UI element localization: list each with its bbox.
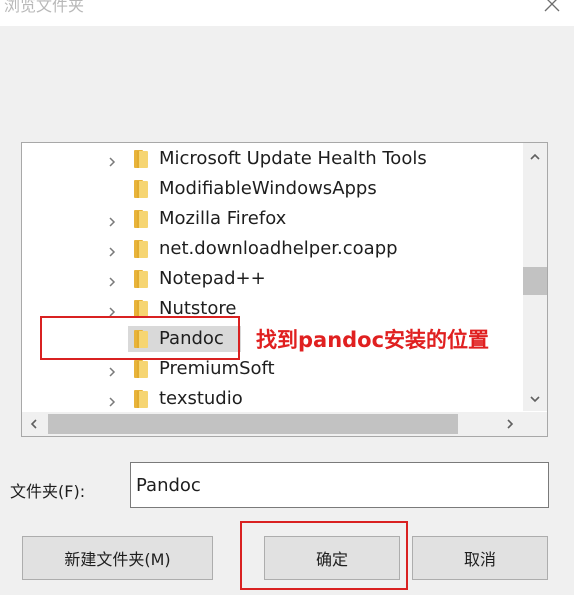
scroll-left-button[interactable] — [22, 412, 46, 436]
scroll-down-button[interactable] — [523, 387, 547, 411]
scroll-up-button[interactable] — [523, 145, 547, 169]
tree-item-label: texstudio — [159, 388, 243, 409]
window-title: 浏览文件夹 — [4, 0, 85, 15]
expand-chevron-icon[interactable] — [106, 153, 118, 167]
tree-item-microsoft-update-health-tools[interactable]: Microsoft Update Health Tools — [22, 144, 522, 174]
folder-icon — [132, 359, 150, 379]
folder-icon — [132, 239, 150, 259]
expand-chevron-icon[interactable] — [106, 273, 118, 287]
expand-chevron-icon[interactable] — [106, 363, 118, 377]
close-icon[interactable] — [542, 0, 562, 14]
folder-tree[interactable]: Microsoft Update Health Tools Modifiable… — [21, 142, 548, 437]
cancel-button[interactable]: 取消 — [412, 536, 548, 580]
annotation-text: 找到pandoc安装的位置 — [256, 328, 490, 352]
folder-icon — [132, 149, 150, 169]
tree-item-label: net.downloadhelper.coapp — [159, 238, 398, 259]
expand-chevron-icon[interactable] — [106, 303, 118, 317]
browse-folder-dialog: 浏览文件夹 Microsoft Update Health Tools Modi… — [0, 0, 574, 595]
ok-highlight-box — [240, 521, 408, 590]
expand-chevron-icon[interactable] — [106, 213, 118, 227]
pandoc-highlight-box — [40, 316, 240, 360]
tree-item-modifiablewindowsapps[interactable]: ModifiableWindowsApps — [22, 174, 522, 204]
vertical-scrollbar[interactable] — [523, 143, 547, 411]
vertical-scroll-thumb[interactable] — [523, 267, 547, 295]
folder-field-label: 文件夹(F): — [10, 482, 86, 501]
expand-chevron-icon[interactable] — [106, 243, 118, 257]
horizontal-scrollbar[interactable] — [22, 412, 547, 436]
tree-item-label: PremiumSoft — [159, 358, 275, 379]
expand-chevron-icon[interactable] — [106, 393, 118, 407]
horizontal-scroll-thumb[interactable] — [48, 414, 458, 434]
folder-icon — [132, 269, 150, 289]
folder-input[interactable] — [130, 462, 549, 508]
tree-item-notepad[interactable]: Notepad++ — [22, 264, 522, 294]
folder-icon — [132, 179, 150, 199]
tree-item-label: ModifiableWindowsApps — [159, 178, 377, 199]
tree-item-texstudio[interactable]: texstudio — [22, 384, 522, 414]
tree-item-label: Notepad++ — [159, 268, 266, 289]
tree-item-mozilla-firefox[interactable]: Mozilla Firefox — [22, 204, 522, 234]
new-folder-button[interactable]: 新建文件夹(M) — [22, 536, 213, 580]
tree-item-label: Microsoft Update Health Tools — [159, 148, 427, 169]
tree-item-label: Mozilla Firefox — [159, 208, 287, 229]
tree-item-net-downloadhelper-coapp[interactable]: net.downloadhelper.coapp — [22, 234, 522, 264]
scroll-right-button[interactable] — [498, 412, 522, 436]
folder-icon — [132, 389, 150, 409]
folder-icon — [132, 209, 150, 229]
title-bar: 浏览文件夹 — [0, 0, 574, 26]
